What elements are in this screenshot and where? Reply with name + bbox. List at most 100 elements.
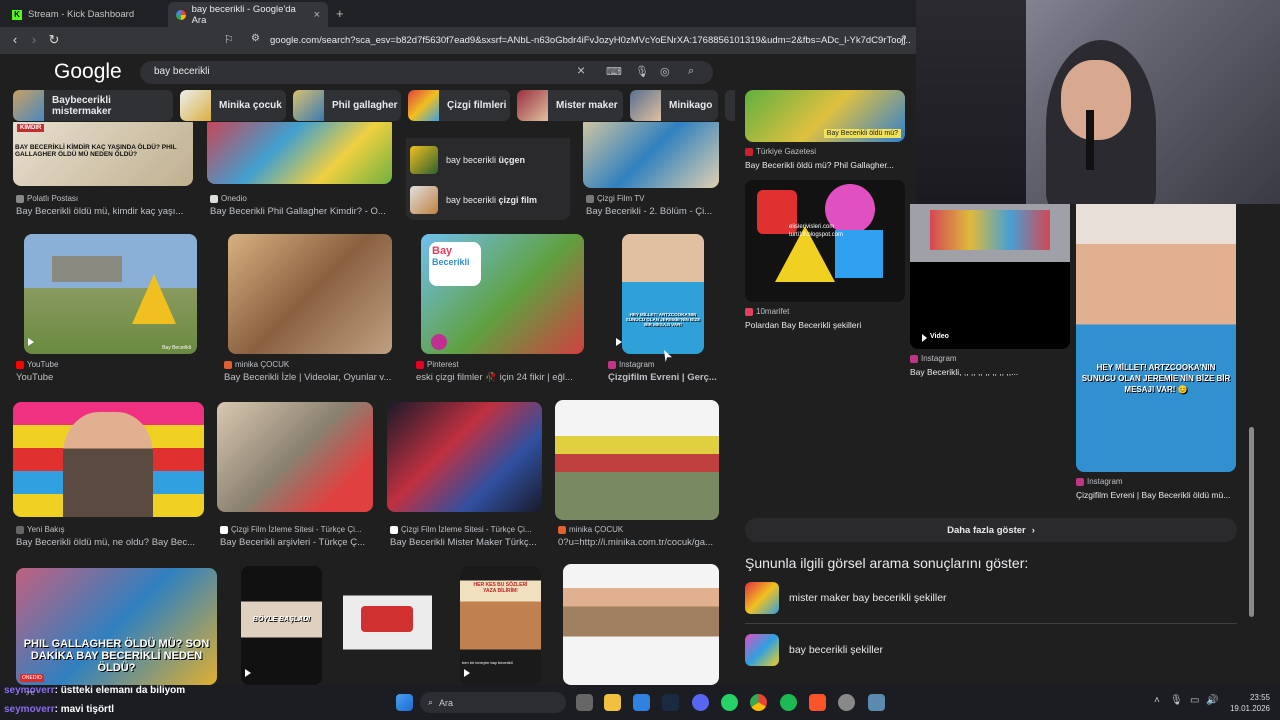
related-searches-heading: Şununla ilgili görsel arama sonuçlarını … — [745, 555, 1029, 571]
side-result-image[interactable]: Bay Becerikli öldü mü? — [745, 90, 905, 142]
google-logo[interactable]: Google — [54, 60, 122, 84]
suggestion-bold: üçgen — [498, 155, 526, 165]
network-icon[interactable]: ▭ — [1190, 695, 1199, 706]
result-image[interactable]: HEY MİLLET! ARTZCOOKA'NIN SUNUCU OLAN JE… — [622, 234, 704, 354]
volume-icon[interactable]: 🔊 — [1206, 695, 1218, 706]
app-icon[interactable] — [868, 694, 885, 711]
keyboard-icon[interactable]: ⌨ — [606, 65, 622, 78]
result-title[interactable]: 0?u=http://i.minika.com.tr/cocuk/ga... — [558, 537, 718, 548]
url-field[interactable]: google.com/search?sca_esv=b82d7f5630f7ea… — [270, 32, 910, 50]
bookmark-icon[interactable]: ⚐ — [224, 33, 234, 46]
chrome-icon[interactable] — [750, 694, 767, 711]
chip-cizgi-filmleri[interactable]: Çizgi filmleri — [408, 90, 510, 121]
search-icon[interactable]: ⌕ — [688, 65, 694, 78]
side-result-image[interactable]: Video — [910, 204, 1070, 349]
scrollbar-thumb[interactable] — [1249, 427, 1254, 617]
result-title[interactable]: Bay Becerikli öldü mü, kimdir kaç yaşı..… — [16, 206, 196, 217]
chip-minikago[interactable]: Minikago — [630, 90, 718, 121]
result-image[interactable] — [228, 234, 392, 354]
chip-label: Mister maker — [556, 100, 618, 111]
result-image[interactable] — [555, 400, 719, 520]
result-image[interactable]: HER KES BU SÖZLERİ YAZA BİLİRİM! ben bir… — [460, 566, 541, 685]
result-title[interactable]: Bay Becerikli Mister Maker Türkç... — [390, 537, 540, 548]
result-image[interactable] — [217, 402, 373, 512]
result-title[interactable]: Çizgifilm Evreni | Gerç... — [608, 372, 718, 383]
close-tab-icon[interactable]: × — [314, 9, 320, 21]
result-source: Çizgi Film İzleme Sitesi - Türkçe Çi... — [220, 525, 370, 534]
result-image[interactable]: Bay Becerikli — [421, 234, 584, 354]
result-image[interactable] — [343, 566, 432, 685]
obs-icon[interactable] — [838, 694, 855, 711]
side-result-image[interactable]: HEY MİLLET! ARTZCOOKA'NIN SUNUCU OLAN JE… — [1076, 204, 1236, 472]
chip-minika-cocuk[interactable]: Minika çocuk — [180, 90, 286, 121]
result-title[interactable]: Bay Becerikli Phil Gallagher Kimdir? - O… — [210, 206, 390, 217]
side-result-title[interactable]: Çizgifilm Evreni | Bay Becerikli öldü mü… — [1076, 490, 1240, 500]
taskbar-clock[interactable]: 23:55 19.01.2026 — [1222, 692, 1270, 714]
spotify-icon[interactable] — [780, 694, 797, 711]
result-source: Çizgi Film İzleme Sitesi - Türkçe Çi... — [390, 525, 540, 534]
tab-google-search[interactable]: bay becerikli - Google'da Ara × — [168, 2, 328, 27]
taskbar-search[interactable]: ⌕ Ara — [420, 692, 566, 713]
share-icon[interactable]: ↗ — [898, 32, 907, 45]
result-title[interactable]: Bay Becerikli İzle | Videolar, Oyunlar v… — [224, 372, 396, 383]
result-title[interactable]: eski çizgi filmler 🥀 için 24 fikir | eğl… — [416, 372, 588, 383]
microphone-icon[interactable]: 🎙 — [1170, 695, 1183, 706]
chevron-up-icon[interactable]: ˄ — [1154, 695, 1160, 706]
result-image[interactable]: KİMDİR BAY BECERİKLİ KİMDİR KAÇ YAŞINDA … — [13, 122, 193, 186]
result-image[interactable]: Bay Becerikli — [24, 234, 197, 354]
result-image[interactable] — [13, 402, 204, 517]
result-image[interactable] — [563, 564, 719, 685]
chip-mister-maker[interactable]: Mister maker — [517, 90, 623, 121]
search-icon: ⌕ — [428, 697, 434, 707]
result-title[interactable]: Bay Becerikli arşivleri - Türkçe Ç... — [220, 537, 372, 548]
start-icon[interactable] — [396, 694, 413, 711]
taskbar-search-label: Ara — [439, 697, 454, 708]
result-image[interactable] — [387, 402, 542, 512]
side-result-image[interactable]: elislerivisleri.com turti19.blogspot.com — [745, 180, 905, 302]
show-more-button[interactable]: Daha fazla göster › — [745, 518, 1237, 542]
result-title[interactable]: YouTube — [16, 372, 196, 383]
suggestion-item[interactable]: bay becerikli çizgi film — [410, 184, 566, 216]
new-tab-button[interactable]: + — [336, 6, 344, 21]
result-image[interactable] — [207, 122, 392, 184]
file-explorer-icon[interactable] — [604, 694, 621, 711]
chip-phil-gallagher[interactable]: Phil gallagher — [293, 90, 401, 121]
store-icon[interactable] — [633, 694, 650, 711]
source-label: Instagram — [619, 360, 655, 369]
source-label: Pinterest — [427, 360, 459, 369]
chip-baybecerikli-mistermaker[interactable]: Baybecerikli mistermaker — [13, 90, 173, 121]
lens-icon[interactable]: ◎ — [660, 65, 670, 78]
play-button-icon[interactable] — [431, 334, 447, 350]
result-source: YouTube — [16, 360, 196, 369]
result-image[interactable]: BÖYLE BAŞLADI — [241, 566, 322, 685]
back-icon[interactable]: ‹ — [5, 32, 25, 47]
steam-icon[interactable] — [662, 694, 679, 711]
reload-icon[interactable]: ↻ — [44, 32, 64, 48]
site-info-icon[interactable]: ⚙ — [251, 33, 260, 44]
source-label: Onedio — [221, 194, 247, 203]
side-result-title[interactable]: Bay Becerikli, ,, ,, ,, ,, ,, ,, ,,... — [910, 367, 1074, 377]
show-more-label: Daha fazla göster — [947, 524, 1026, 536]
side-result-title[interactable]: Bay Becerikli öldü mü? Phil Gallagher... — [745, 160, 909, 170]
result-title[interactable]: Bay Becerikli öldü mü, ne oldu? Bay Bec.… — [16, 537, 200, 548]
clear-search-icon[interactable]: × — [577, 62, 585, 78]
related-search-item[interactable]: bay becerikli şekiller — [745, 633, 1237, 667]
forward-icon[interactable]: › — [24, 32, 44, 47]
tab-kick-dashboard[interactable]: K Stream - Kick Dashboard — [4, 2, 164, 27]
suggestion-item[interactable]: bay becerikli üçgen — [410, 144, 566, 176]
result-image[interactable]: PHIL GALLAGHER ÖLDÜ MÜ? SON DAKİKA BAY B… — [16, 568, 217, 685]
side-result-source: Instagram — [910, 354, 1070, 363]
whatsapp-icon[interactable] — [721, 694, 738, 711]
microphone-icon[interactable]: 🎙 — [635, 65, 649, 78]
search-box[interactable]: bay becerikli × ⌨ 🎙 ◎ ⌕ — [140, 61, 713, 84]
result-image[interactable] — [583, 122, 719, 188]
chip-overflow[interactable] — [725, 90, 735, 121]
result-title[interactable]: Bay Becerikli - 2. Bölüm - Çi... — [586, 206, 716, 217]
related-search-item[interactable]: mister maker bay becerikli şekiller — [745, 582, 1237, 614]
task-view-icon[interactable] — [576, 694, 593, 711]
search-input[interactable]: bay becerikli — [154, 66, 210, 77]
watermark: Bay Becerikli — [162, 345, 191, 351]
discord-icon[interactable] — [692, 694, 709, 711]
brave-icon[interactable] — [809, 694, 826, 711]
side-result-title[interactable]: Polardan Bay Becerikli şekilleri — [745, 320, 909, 330]
